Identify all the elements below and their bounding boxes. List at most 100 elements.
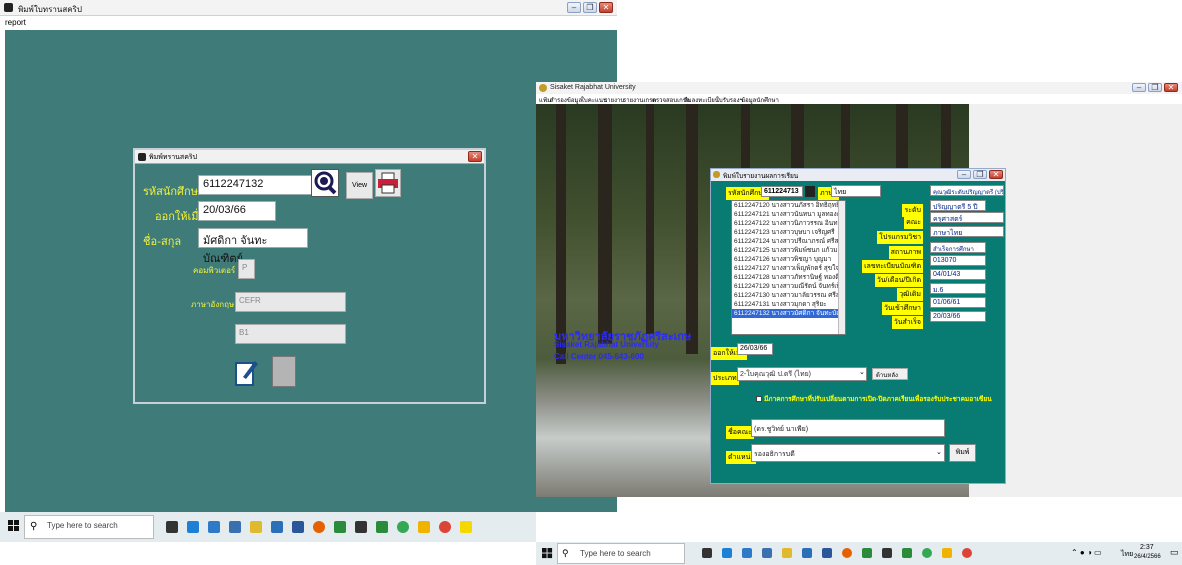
right-minimize-button[interactable]: – (1132, 83, 1146, 92)
left-menubar: report (0, 16, 617, 30)
left-window-title: พิมพ์ใบทรานสคริป (18, 5, 82, 14)
list-item[interactable]: 6112247128 นางสาวภัทรานิษฐ์ ทองดี (732, 273, 845, 282)
app-icon-4[interactable] (334, 521, 346, 533)
listbox-scrollbar[interactable] (838, 201, 845, 334)
printer-icon (378, 172, 398, 194)
edit-icon (235, 361, 258, 386)
field-label-birthdate: วัน/เดือน/ปีเกิด (874, 274, 923, 287)
print-report-button[interactable]: พิมพ์ (949, 444, 976, 462)
close-button[interactable]: ✕ (599, 2, 613, 13)
taskbar-search-input[interactable]: Type here to search (24, 515, 154, 539)
student-listbox[interactable]: 6112247120 นางสาวนภัสรา อิทธิฤทธิ์ 61122… (731, 200, 846, 335)
list-item[interactable]: 6112247126 นางสาวพิชญา บุญมา (732, 255, 845, 264)
view-button[interactable]: View (346, 172, 373, 199)
edge-icon[interactable] (722, 548, 732, 558)
dialog2-minimize-button[interactable]: – (957, 170, 971, 179)
list-item[interactable]: 6112247131 นางสาวมุกดา สุริยะ (732, 300, 845, 309)
start-button[interactable] (8, 520, 20, 532)
app-icon-2[interactable] (762, 548, 772, 558)
word-icon[interactable] (292, 521, 304, 533)
app-icon-7[interactable] (418, 521, 430, 533)
issue-date-input[interactable]: 20/03/66 (198, 201, 276, 221)
restore-button[interactable]: ❐ (583, 2, 597, 13)
dialog-icon (138, 153, 146, 161)
right-menubar: แฟ้ม สำรองข้อมูล ใบคะแนน รายงาน รายงานเก… (536, 94, 1182, 104)
tray-icons[interactable]: ⌃ ● ◑ ▭ (1071, 548, 1102, 557)
menu-report[interactable]: report (5, 18, 26, 27)
name-label: ชื่อ-สกุล (143, 235, 182, 248)
right-start-button[interactable] (542, 548, 553, 559)
chrome-icon[interactable] (397, 521, 409, 533)
app-icon-6[interactable] (376, 521, 388, 533)
list-item[interactable]: 6112247121 นางสาวนันทนา มูลทองคำ (732, 210, 845, 219)
list-item-selected[interactable]: 6112247132 นางสาวมัศดิกา จันทะบัณฑิตย์ (732, 309, 845, 318)
print-button[interactable] (375, 169, 401, 197)
app-icon-8[interactable] (460, 521, 472, 533)
app-icon-5[interactable] (355, 521, 367, 533)
input-language[interactable]: ไทย (1121, 549, 1133, 560)
chrome-icon-2[interactable] (962, 548, 972, 558)
firefox-icon[interactable] (313, 521, 325, 533)
type-dropdown-arrow[interactable]: ⌄ (859, 368, 867, 380)
search-button[interactable] (311, 169, 339, 197)
university-icon (539, 84, 547, 92)
lang-select[interactable]: ไทย (831, 185, 881, 197)
task-view-icon[interactable] (166, 521, 178, 533)
search-icon: ⚲ (30, 521, 38, 532)
list-item[interactable]: 6112247122 นางสาวนิภาวรรณ อินทรพรม (732, 219, 845, 228)
edit-button[interactable] (235, 357, 258, 387)
list-item[interactable]: 6112247127 นางสาวเพ็ญพักตร์ สุขใจ (732, 264, 845, 273)
task-view-icon[interactable] (702, 548, 712, 558)
minimize-button[interactable]: – (567, 2, 581, 13)
student-code-input[interactable]: 611224713 (761, 186, 803, 197)
notification-icon[interactable]: ▭ (1170, 547, 1179, 558)
list-item[interactable]: 6112247123 นางสาวบุษบา เจริญศรี (732, 228, 845, 237)
list-item[interactable]: 6112247125 นางสาวพิมพ์ชนก แก้วมณี (732, 246, 845, 255)
search-icon-button[interactable] (805, 186, 815, 197)
dialog-close-button[interactable]: ✕ (468, 151, 482, 162)
asean-checkbox[interactable] (756, 396, 762, 402)
app-icon-5[interactable] (882, 548, 892, 558)
store-icon[interactable] (208, 521, 220, 533)
left-window-titlebar: พิมพ์ใบทรานสคริป – ❐ ✕ (0, 0, 617, 16)
dialog2-close-button[interactable]: ✕ (989, 170, 1003, 179)
list-item[interactable]: 6112247130 นางสาวมาลัยวรรณ ศรีสุข (732, 291, 845, 300)
field-label-status: สถานภาพ (888, 246, 923, 259)
app-icon-7[interactable] (942, 548, 952, 558)
right-close-button[interactable]: ✕ (1164, 83, 1178, 92)
field-value-grad-date: 20/03/66 (930, 311, 986, 322)
word-icon[interactable] (822, 548, 832, 558)
signer-input[interactable]: (ดร.ชูวิทย์ นาเพีย) (751, 419, 945, 437)
chrome-icon[interactable] (922, 548, 932, 558)
clock-time[interactable]: 2:37 (1140, 544, 1154, 551)
app-icon-4[interactable] (862, 548, 872, 558)
right-window-title: Sisaket Rajabhat University (550, 84, 636, 91)
explorer-icon[interactable] (250, 521, 262, 533)
app-icon-6[interactable] (902, 548, 912, 558)
issue-date-input[interactable]: 26/03/66 (737, 343, 773, 355)
dialog2-icon (713, 171, 720, 178)
list-item[interactable]: 6112247129 นางสาวมณีรัตน์ จันทร์เพ็ญ (732, 282, 845, 291)
dialog2-restore-button[interactable]: ❐ (973, 170, 987, 179)
app-icon-2[interactable] (229, 521, 241, 533)
edge-icon[interactable] (187, 521, 199, 533)
type-select[interactable]: 2-ใบคุณวุฒิ ป.ตรี (ไทย) (737, 367, 867, 381)
right-restore-button[interactable]: ❐ (1148, 83, 1162, 92)
position-select[interactable]: รองอธิการบดี (751, 444, 945, 462)
back-button[interactable]: ด้านหลัง (872, 368, 908, 380)
app-icon-3[interactable] (802, 548, 812, 558)
position-dropdown-arrow[interactable]: ⌄ (936, 448, 944, 460)
chrome-icon-2[interactable] (439, 521, 451, 533)
blank-button[interactable] (272, 356, 296, 387)
search-placeholder: Type here to search (47, 521, 118, 530)
clock-date[interactable]: 26/4/2566 (1134, 554, 1161, 560)
list-item[interactable]: 6112247120 นางสาวนภัสรา อิทธิฤทธิ์ (732, 201, 845, 210)
english-level-field: B1 (235, 324, 346, 344)
list-item[interactable]: 6112247124 นางสาวปรีณาภรณ์ ศรีสวัสดิ์ (732, 237, 845, 246)
firefox-icon[interactable] (842, 548, 852, 558)
student-id-input[interactable]: 6112247132 (198, 175, 316, 195)
explorer-icon[interactable] (782, 548, 792, 558)
store-icon[interactable] (742, 548, 752, 558)
app-icon-3[interactable] (271, 521, 283, 533)
right-taskbar-search-input[interactable]: Type here to search (557, 543, 685, 564)
